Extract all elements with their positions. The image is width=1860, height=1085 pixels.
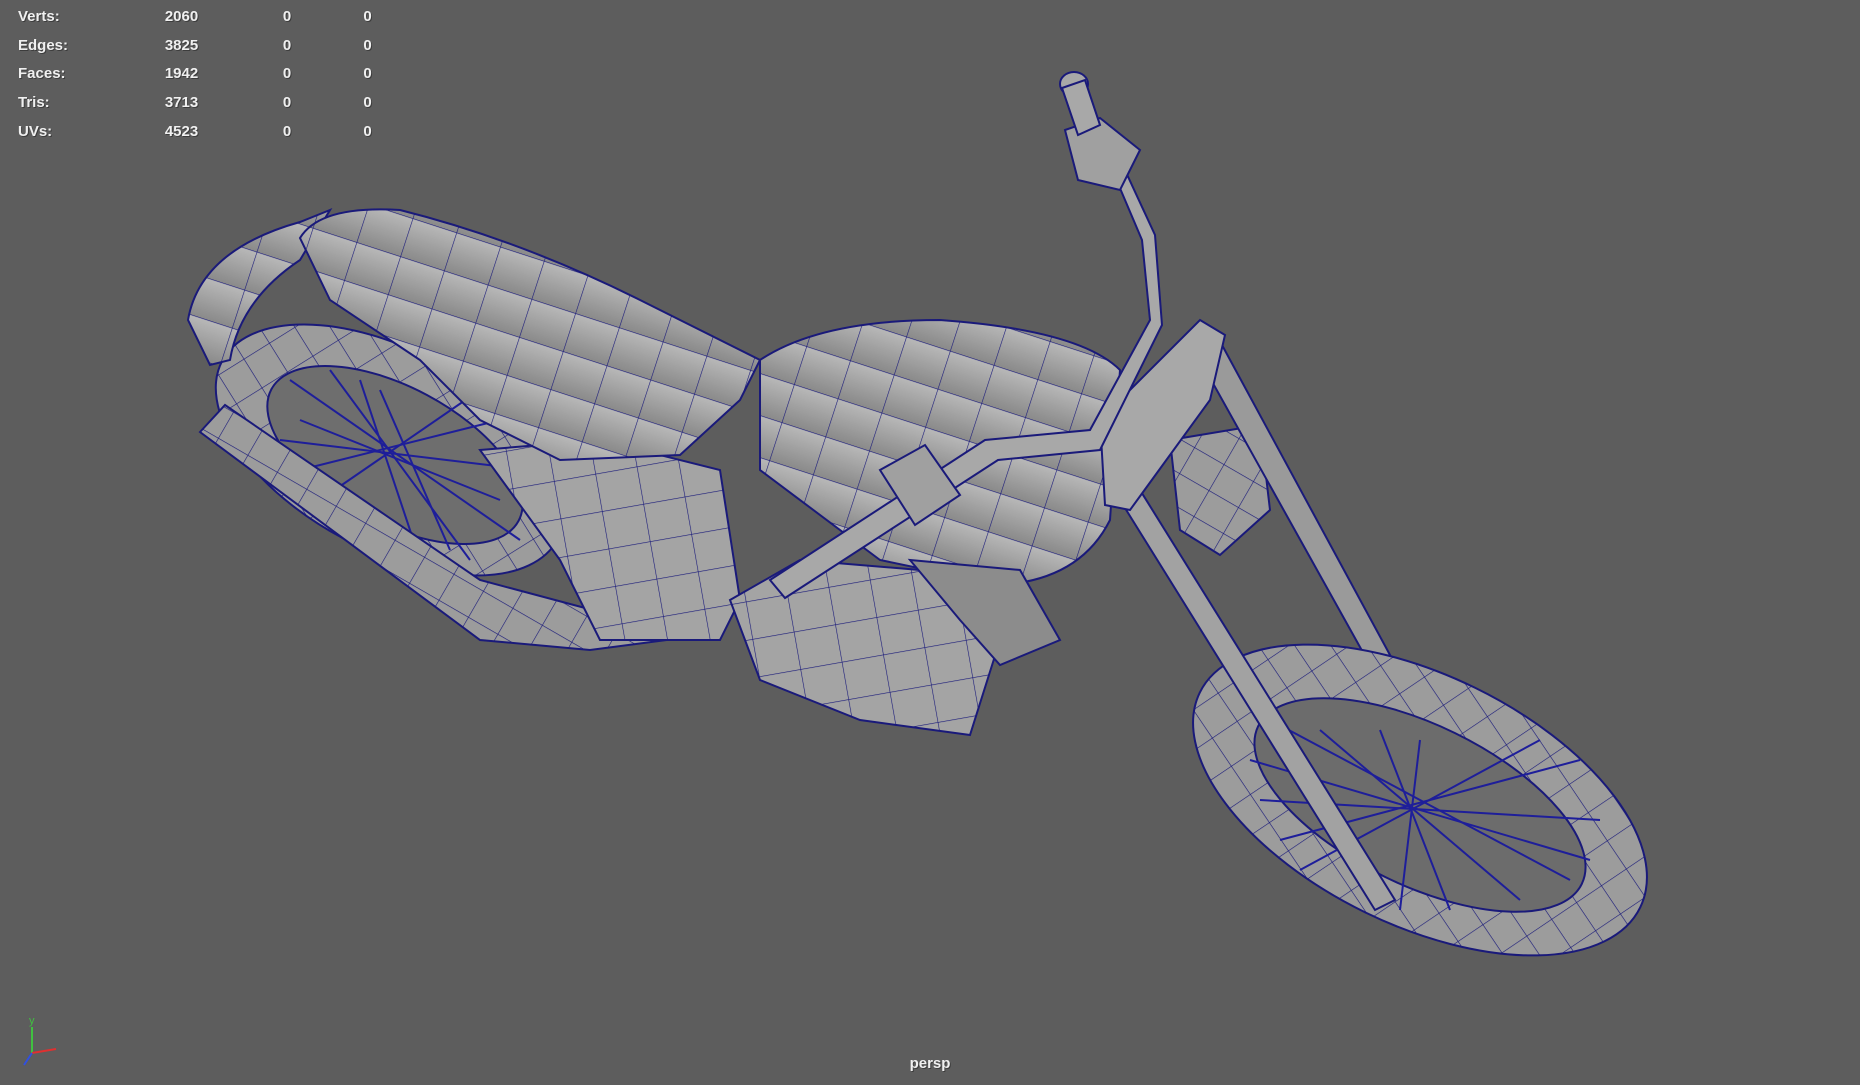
- camera-name: persp: [909, 1055, 951, 1072]
- x-axis-line: [31, 1048, 57, 1054]
- axis-gizmo: y: [23, 1015, 57, 1066]
- handlebar-end-stem: [1060, 78, 1102, 137]
- y-axis-label: y: [29, 1015, 35, 1027]
- motorcycle-model[interactable]: [0, 0, 1860, 1080]
- 3d-viewport[interactable]: Verts: 2060 0 0 Edges: 3825 0 0 Faces: 1…: [0, 0, 1860, 1080]
